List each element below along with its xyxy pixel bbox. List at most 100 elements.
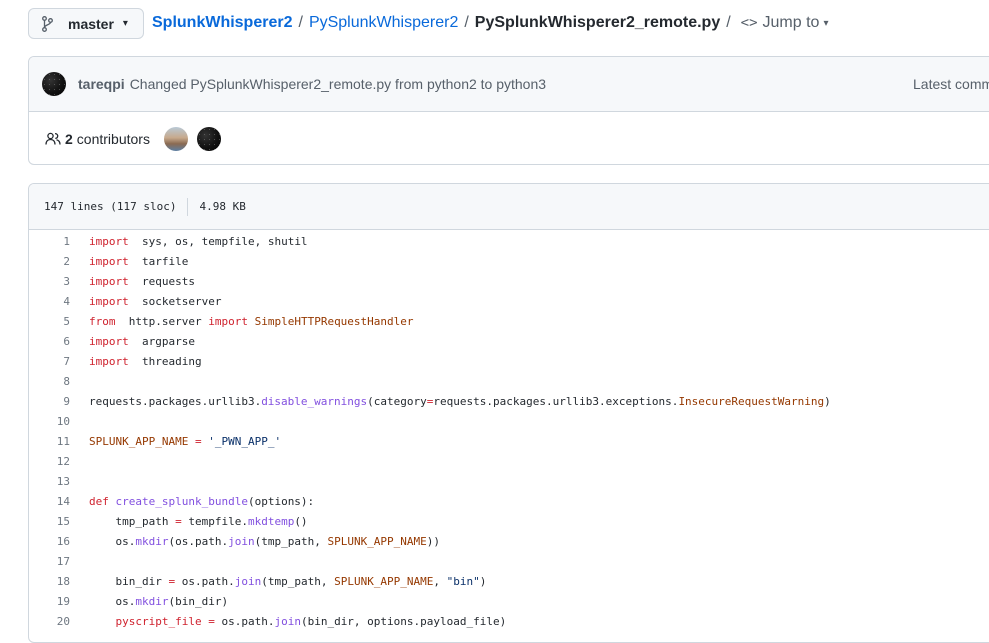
code-token: )) xyxy=(426,534,441,548)
code-token: (category xyxy=(367,394,427,408)
code-token: import xyxy=(89,334,129,348)
line-content: tmp_path = tempfile.mkdtemp() xyxy=(89,514,308,528)
commit-author-link[interactable]: tareqpi xyxy=(78,76,125,92)
contributor-avatar[interactable] xyxy=(196,127,221,151)
code-token: import xyxy=(89,254,129,268)
line-content: def create_splunk_bundle(options): xyxy=(89,495,314,508)
code-line: 13 xyxy=(29,471,989,491)
breadcrumb: SplunkWhisperer2 / PySplunkWhisperer2 / … xyxy=(152,14,828,32)
code-token: import xyxy=(208,314,248,328)
code-token: , xyxy=(433,574,447,588)
line-content: import requests xyxy=(89,275,195,288)
code-line: 4 import socketserver xyxy=(29,291,989,311)
code-token: SPLUNK_APP_NAME xyxy=(89,434,189,448)
code-token: SPLUNK_APP_NAME xyxy=(327,534,427,548)
line-number[interactable]: 5 xyxy=(29,315,70,328)
code-token: os.path. xyxy=(175,574,235,588)
code-token: SimpleHTTPRequestHandler xyxy=(254,314,414,328)
line-number[interactable]: 17 xyxy=(29,555,70,568)
contributors-count[interactable]: 2 xyxy=(65,131,73,147)
code-token: "bin" xyxy=(446,574,480,588)
code-token: (tmp_path, xyxy=(261,574,335,588)
line-content: os.mkdir(bin_dir) xyxy=(89,595,228,608)
code-line: 12 xyxy=(29,451,989,471)
breadcrumb-repo-link[interactable]: SplunkWhisperer2 xyxy=(152,14,292,32)
code-token: (options): xyxy=(247,494,315,508)
code-token: import xyxy=(89,274,129,288)
author-avatar[interactable] xyxy=(42,72,66,96)
code-token: disable_warnings xyxy=(261,394,368,408)
code-token: from xyxy=(89,314,116,328)
line-number[interactable]: 2 xyxy=(29,255,70,268)
code-token: SPLUNK_APP_NAME xyxy=(334,574,434,588)
commit-header: tareqpi Changed PySplunkWhisperer2_remot… xyxy=(29,57,989,112)
line-content: pyscript_file = os.path.join(bin_dir, op… xyxy=(89,614,507,628)
breadcrumb-current-file: PySplunkWhisperer2_remote.py xyxy=(474,14,721,31)
code-line: 8 xyxy=(29,371,989,391)
code-token: os.path. xyxy=(214,614,275,628)
line-number[interactable]: 9 xyxy=(29,395,70,408)
line-number[interactable]: 8 xyxy=(29,375,70,388)
code-token: '_PWN_APP_' xyxy=(208,434,282,448)
code-token: requests.packages.urllib3. xyxy=(89,394,262,408)
code-token: = xyxy=(208,614,215,628)
line-number[interactable]: 16 xyxy=(29,535,70,548)
code-token: socketserver xyxy=(128,294,222,308)
code-line: 3 import requests xyxy=(29,271,989,291)
code-token: join xyxy=(234,574,262,588)
code-token: requests xyxy=(128,274,195,288)
line-content: from http.server import SimpleHTTPReques… xyxy=(89,315,414,328)
contributor-avatar[interactable] xyxy=(163,127,188,151)
jump-to-button[interactable]: <> Jump to ▾ xyxy=(741,14,829,32)
line-content: import threading xyxy=(89,355,202,368)
line-number[interactable]: 10 xyxy=(29,415,70,428)
breadcrumb-folder-link[interactable]: PySplunkWhisperer2 xyxy=(309,14,458,32)
latest-commit-label[interactable]: Latest commit xyxy=(913,76,989,92)
line-content: requests.packages.urllib3.disable_warnin… xyxy=(89,395,831,408)
file-line-count: 147 lines (117 sloc) xyxy=(44,200,177,213)
line-content: bin_dir = os.path.join(tmp_path, SPLUNK_… xyxy=(89,575,486,588)
line-number[interactable]: 6 xyxy=(29,335,70,348)
line-content: os.mkdir(os.path.join(tmp_path, SPLUNK_A… xyxy=(89,535,440,548)
code-token: create_splunk_bundle xyxy=(115,494,248,508)
code-token: sys, os, tempfile, shutil xyxy=(128,234,308,248)
code-line: 11 SPLUNK_APP_NAME = '_PWN_APP_' xyxy=(29,431,989,451)
line-number[interactable]: 4 xyxy=(29,295,70,308)
line-content: import tarfile xyxy=(89,255,188,268)
file-viewer: 147 lines (117 sloc) 4.98 KB 1 import sys… xyxy=(28,183,989,643)
line-number[interactable]: 15 xyxy=(29,515,70,528)
line-number[interactable]: 14 xyxy=(29,495,70,508)
code-line: 16 os.mkdir(os.path.join(tmp_path, SPLUN… xyxy=(29,531,989,551)
code-line: 18 bin_dir = os.path.join(tmp_path, SPLU… xyxy=(29,571,989,591)
code-line: 17 xyxy=(29,551,989,571)
code-token: tmp_path xyxy=(89,514,176,528)
contributors-label[interactable]: contributors xyxy=(77,131,150,147)
line-number[interactable]: 13 xyxy=(29,475,70,488)
line-content: import socketserver xyxy=(89,295,221,308)
code-token: = xyxy=(194,434,202,448)
code-token: import xyxy=(89,234,129,248)
code-token: InsecureRequestWarning xyxy=(678,394,825,408)
branch-select-button[interactable]: master ▾ xyxy=(28,8,144,39)
line-number[interactable]: 19 xyxy=(29,595,70,608)
code-token: () xyxy=(294,514,308,528)
commit-message-link[interactable]: Changed PySplunkWhisperer2_remote.py fro… xyxy=(130,76,546,92)
code-token: def xyxy=(89,494,109,508)
line-number[interactable]: 18 xyxy=(29,575,70,588)
code-line: 14 def create_splunk_bundle(options): xyxy=(29,491,989,511)
code-line: 5 from http.server import SimpleHTTPReque… xyxy=(29,311,989,331)
line-number[interactable]: 1 xyxy=(29,235,70,248)
divider xyxy=(187,197,189,216)
code-token: = xyxy=(175,514,182,528)
line-number[interactable]: 12 xyxy=(29,455,70,468)
line-number[interactable]: 11 xyxy=(29,435,70,448)
line-number[interactable]: 3 xyxy=(29,275,70,288)
code-token: requests.packages.urllib3.exceptions. xyxy=(433,394,679,408)
line-number[interactable]: 7 xyxy=(29,355,70,368)
code-token: argparse xyxy=(128,334,195,348)
breadcrumb-separator: / xyxy=(298,14,303,31)
code-token: ) xyxy=(824,394,831,408)
line-number[interactable]: 20 xyxy=(29,615,70,628)
